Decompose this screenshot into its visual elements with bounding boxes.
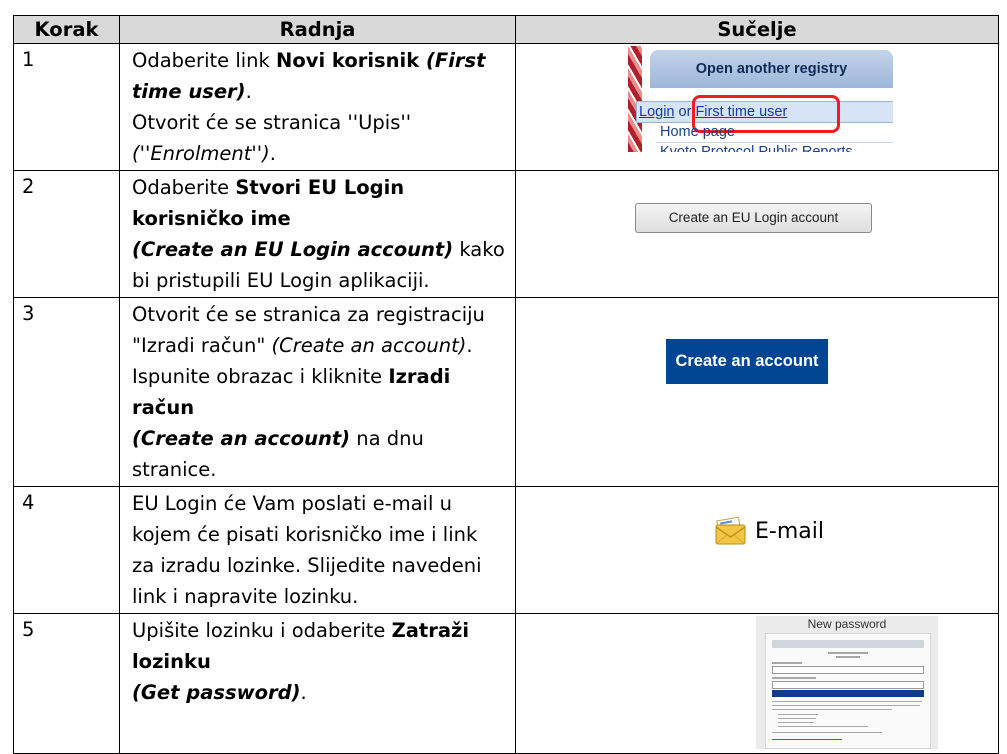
table-row: 2 Odaberite Stvori EU Login korisničko i… [13, 170, 999, 298]
text-line [828, 652, 868, 654]
divider [656, 142, 893, 143]
table-row: 1 Odaberite link Novi korisnik (First ti… [13, 43, 999, 171]
action-italic: (Create an account) [271, 334, 467, 357]
email-label: E-mail [755, 519, 824, 544]
step-ui: Create an EU Login account [515, 170, 999, 298]
new-password-title: New password [807, 617, 887, 631]
table-row: 4 EU Login će Vam poslati e-mail u kojem… [13, 486, 999, 614]
email-item: E-mail [715, 517, 824, 545]
step-number: 3 [13, 297, 120, 487]
registry-menu-screenshot: Open another registry Login or First tim… [628, 46, 893, 152]
action-text: . [300, 681, 307, 704]
text-line [778, 718, 816, 719]
text-line [778, 726, 868, 727]
action-text: Odaberite [132, 176, 236, 199]
home-page-link[interactable]: Home page [660, 124, 735, 140]
action-text: . [269, 142, 276, 165]
step-action: Otvorit će se stranica za registraciju "… [119, 297, 516, 487]
header-ui: Sučelje [515, 15, 999, 44]
action-text: . [245, 80, 252, 103]
text-line [772, 732, 882, 733]
new-password-field[interactable] [772, 666, 924, 674]
step-number: 1 [13, 43, 120, 171]
text-line [836, 656, 860, 658]
text-line [778, 722, 814, 723]
step-action: Odaberite link Novi korisnik (First time… [119, 43, 516, 171]
table-row: 5 Upišite lozinku i odaberite Zatraži lo… [13, 613, 999, 754]
new-password-screenshot: New password [756, 616, 938, 749]
text-line [772, 701, 922, 702]
open-another-registry-header[interactable]: Open another registry [650, 50, 893, 88]
action-text: . [466, 334, 473, 357]
action-bold: Novi korisnik [276, 49, 420, 72]
link-line[interactable] [772, 739, 842, 740]
action-text: Upišite lozinku i odaberite [132, 619, 392, 642]
envelope-icon [715, 517, 746, 545]
action-text: Otvorit će se stranica ''Upis'' [132, 111, 412, 134]
step-ui: Create an account [515, 297, 999, 487]
instructions-table: Korak Radnja Sučelje 1 Odaberite link No… [13, 15, 999, 754]
action-bold-italic: (Create an EU Login account) [132, 238, 454, 261]
step-ui: E-mail [515, 486, 999, 614]
step-number: 5 [13, 613, 120, 754]
step-action: Upišite lozinku i odaberite Zatraži lozi… [119, 613, 516, 754]
decorative-stripe [628, 46, 642, 152]
step-number: 2 [13, 170, 120, 298]
action-bold-italic: (Get password) [132, 681, 301, 704]
step-number: 4 [13, 486, 120, 614]
header-action: Radnja [119, 15, 516, 44]
step-ui: New password [515, 613, 999, 754]
submit-button[interactable] [772, 690, 924, 697]
header-row: Korak Radnja Sučelje [13, 15, 999, 44]
text-line [772, 662, 802, 664]
action-italic: (''Enrolment'') [132, 142, 270, 165]
action-bold-italic: (Create an account) [132, 427, 351, 450]
new-password-form [765, 633, 931, 749]
text-line [772, 705, 920, 706]
create-eu-login-account-button[interactable]: Create an EU Login account [635, 203, 872, 233]
action-text: Odaberite link [132, 49, 277, 72]
text-line [772, 677, 816, 679]
create-an-account-button[interactable]: Create an account [666, 339, 828, 384]
table-row: 3 Otvorit će se stranica za registraciju… [13, 297, 999, 487]
step-ui: Open another registry Login or First tim… [515, 43, 999, 171]
text-line [772, 709, 892, 710]
header-step: Korak [13, 15, 120, 44]
step-action: EU Login će Vam poslati e-mail u kojem ć… [119, 486, 516, 614]
confirm-password-field[interactable] [772, 681, 924, 689]
kyoto-reports-link[interactable]: Kyoto Protocol Public Reports [660, 144, 853, 152]
info-banner [772, 640, 924, 648]
step-action: Odaberite Stvori EU Login korisničko ime… [119, 170, 516, 298]
login-link[interactable]: Login [639, 104, 674, 120]
action-text: Ispunite obrazac i kliknite [132, 365, 389, 388]
